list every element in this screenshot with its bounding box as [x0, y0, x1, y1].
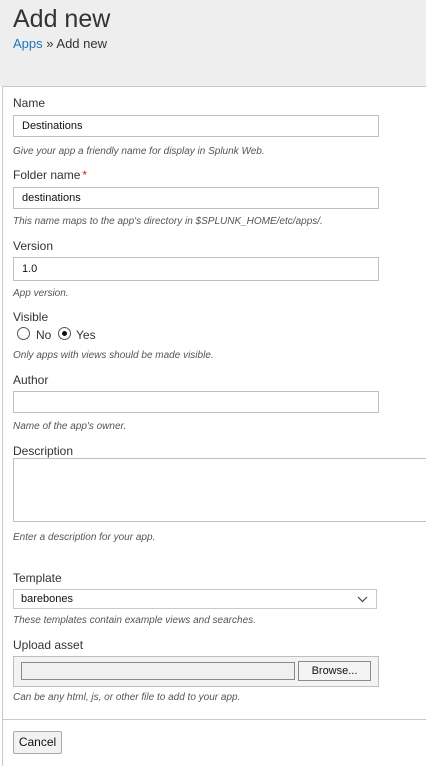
version-input[interactable]	[13, 257, 379, 281]
browse-button[interactable]: Browse...	[298, 661, 371, 681]
visible-yes-radio[interactable]	[58, 327, 71, 340]
author-help: Name of the app's owner.	[13, 421, 127, 432]
page-title: Add new	[13, 5, 111, 33]
folder-name-help: This name maps to the app's directory in…	[13, 216, 323, 227]
upload-asset-control: Browse...	[13, 656, 379, 687]
file-path-field[interactable]	[21, 662, 295, 680]
breadcrumb-current: Add new	[56, 36, 107, 51]
template-selected-value: barebones	[21, 593, 73, 605]
template-help: These templates contain example views an…	[13, 615, 256, 626]
name-help: Give your app a friendly name for displa…	[13, 146, 265, 157]
author-label: Author	[13, 373, 49, 387]
visible-yes-label[interactable]: Yes	[76, 328, 96, 342]
cancel-button[interactable]: Cancel	[13, 731, 62, 754]
breadcrumb-apps-link[interactable]: Apps	[13, 36, 43, 51]
visible-no-label[interactable]: No	[36, 328, 51, 342]
version-help: App version.	[13, 288, 69, 299]
visible-help: Only apps with views should be made visi…	[13, 350, 214, 361]
folder-name-label: Folder name *	[13, 168, 87, 182]
required-marker: *	[82, 168, 88, 182]
author-input[interactable]	[13, 391, 379, 413]
upload-asset-label: Upload asset	[13, 638, 84, 652]
visible-label: Visible	[13, 310, 49, 324]
version-label: Version	[13, 239, 54, 253]
template-select[interactable]: barebones	[13, 589, 377, 609]
visible-no-radio[interactable]	[17, 327, 30, 340]
breadcrumb-separator: »	[46, 36, 54, 51]
description-textarea[interactable]	[13, 458, 426, 522]
description-help: Enter a description for your app.	[13, 532, 156, 543]
template-label: Template	[13, 571, 62, 585]
chevron-down-icon	[357, 590, 368, 614]
page-header: Add new Apps » Add new	[0, 0, 426, 86]
footer-divider	[3, 719, 426, 720]
upload-asset-help: Can be any html, js, or other file to ad…	[13, 692, 241, 703]
folder-name-label-text: Folder name	[13, 168, 81, 182]
folder-name-input[interactable]	[13, 187, 379, 209]
breadcrumb: Apps » Add new	[13, 36, 107, 51]
description-label: Description	[13, 444, 74, 458]
name-input[interactable]	[13, 115, 379, 137]
name-label: Name	[13, 96, 46, 110]
